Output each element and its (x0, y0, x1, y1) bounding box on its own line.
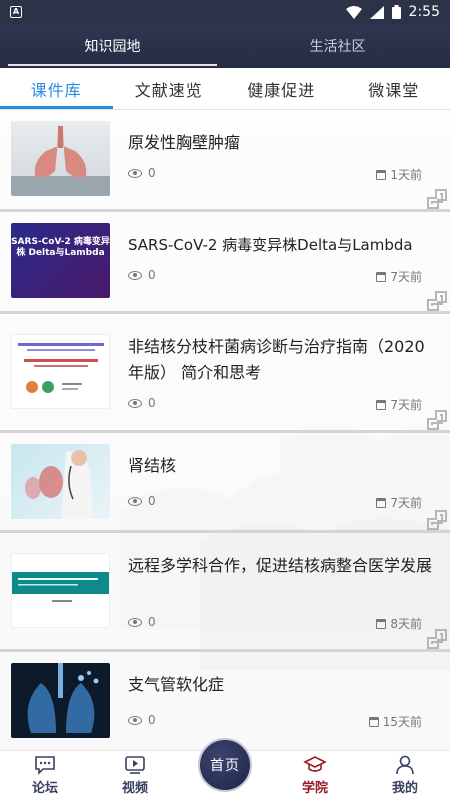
nav-label: 视频 (121, 781, 148, 796)
eye-icon (128, 168, 142, 178)
corner-ornament-icon (427, 629, 447, 649)
thumbnail-sars-cov-2: SARS-CoV-2 病毒变异株 Delta与Lambda (11, 223, 110, 298)
nav-academy[interactable]: 学院 (270, 751, 360, 800)
view-count: 0 (128, 615, 156, 629)
user-icon (396, 755, 414, 775)
list-item[interactable]: 支气管软化症 0 15天前 (0, 652, 450, 750)
publish-time: 7天前 (376, 396, 422, 413)
eye-icon (128, 715, 142, 725)
notification-app-icon: A (10, 6, 22, 18)
publish-time: 7天前 (376, 494, 422, 511)
graduation-cap-icon (303, 756, 327, 772)
tab-health-promotion[interactable]: 健康促进 (225, 68, 338, 109)
tab-knowledge[interactable]: 知识园地 (0, 24, 225, 68)
eye-icon (128, 617, 142, 627)
item-title: 远程多学科合作，促进结核病整合医学发展 (128, 556, 433, 575)
item-title: 支气管软化症 (128, 675, 225, 694)
view-count: 0 (128, 268, 156, 282)
calendar-icon (376, 399, 387, 410)
nav-label: 我的 (391, 781, 418, 796)
tab-micro-class[interactable]: 微课堂 (338, 68, 450, 109)
wifi-icon (345, 5, 362, 19)
list-item[interactable]: 非结核分枝杆菌病诊断与治疗指南（2020年版） 简介和思考 0 7天前 (0, 314, 450, 433)
clock: 2:55 (408, 4, 440, 20)
calendar-icon (376, 271, 387, 282)
nav-label: 学院 (301, 781, 328, 796)
item-title: 肾结核 (128, 456, 177, 475)
calendar-icon (376, 497, 387, 508)
tab-literature[interactable]: 文献速览 (113, 68, 226, 109)
top-tab-bar: 知识园地 生活社区 (0, 24, 450, 68)
thumbnail-lungs (11, 121, 110, 196)
item-title: 原发性胸壁肿瘤 (128, 133, 241, 152)
video-icon (125, 756, 145, 774)
courseware-list[interactable]: 原发性胸壁肿瘤 0 1天前 SARS-CoV-2 病毒变异株 Delta与Lam… (0, 110, 450, 750)
list-item[interactable]: SARS-CoV-2 病毒变异株 Delta与Lambda SARS-CoV-2… (0, 212, 450, 314)
publish-time: 7天前 (376, 268, 422, 285)
corner-ornament-icon (427, 189, 447, 209)
category-tab-bar: 课件库 文献速览 健康促进 微课堂 (0, 68, 450, 110)
nav-video[interactable]: 视频 (90, 751, 180, 800)
publish-time: 8天前 (376, 615, 422, 632)
battery-icon (391, 5, 401, 19)
list-item[interactable]: 原发性胸壁肿瘤 0 1天前 (0, 110, 450, 212)
publish-time: 1天前 (376, 166, 422, 183)
tab-courseware[interactable]: 课件库 (0, 68, 113, 109)
thumbnail-ntm-guideline (11, 334, 110, 409)
view-count: 0 (128, 494, 156, 508)
eye-icon (128, 496, 142, 506)
calendar-icon (368, 716, 379, 727)
calendar-icon (376, 618, 387, 629)
view-count: 0 (128, 396, 156, 410)
home-label: 首页 (210, 758, 240, 774)
calendar-icon (376, 169, 387, 180)
item-title: SARS-CoV-2 病毒变异株Delta与Lambda (128, 236, 413, 254)
view-count: 0 (128, 713, 156, 727)
item-title: 非结核分枝杆菌病诊断与治疗指南（2020年版） 简介和思考 (128, 337, 425, 382)
list-item[interactable]: 远程多学科合作，促进结核病整合医学发展 0 8天前 (0, 533, 450, 652)
thumbnail-remote-mdt (11, 553, 110, 628)
eye-icon (128, 270, 142, 280)
corner-ornament-icon (427, 510, 447, 530)
view-count: 0 (128, 166, 156, 180)
signal-icon (369, 5, 384, 19)
nav-label: 论坛 (31, 781, 58, 796)
status-bar: A 2:55 (0, 0, 450, 24)
list-item[interactable]: 肾结核 0 7天前 (0, 433, 450, 533)
corner-ornament-icon (427, 410, 447, 430)
nav-forum[interactable]: 论坛 (0, 751, 90, 800)
tab-community[interactable]: 生活社区 (225, 24, 450, 68)
corner-ornament-icon (427, 291, 447, 311)
thumbnail-bronchi (11, 663, 110, 738)
nav-mine[interactable]: 我的 (360, 751, 450, 800)
eye-icon (128, 398, 142, 408)
thumbnail-kidney (11, 444, 110, 519)
chat-icon (35, 756, 55, 775)
publish-time: 15天前 (368, 713, 422, 730)
nav-home-button[interactable]: 首页 (198, 738, 252, 792)
